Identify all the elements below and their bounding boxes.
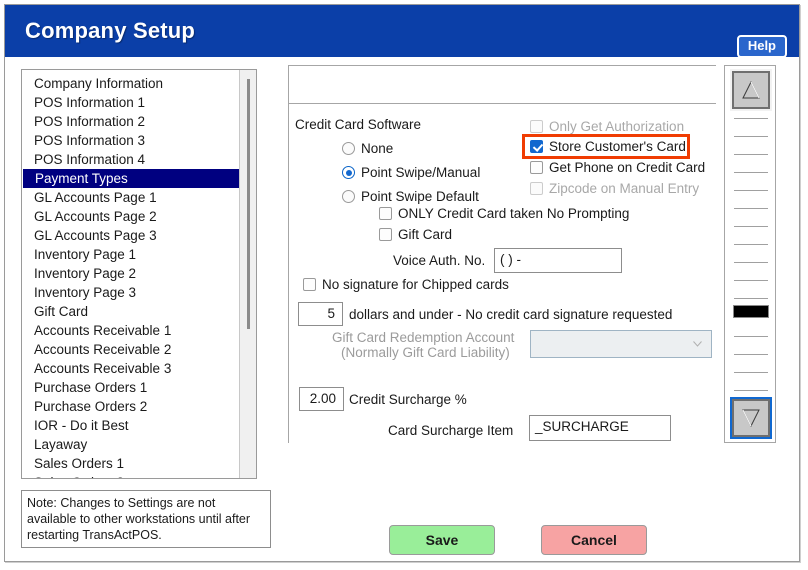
triangle-down-icon [742, 409, 760, 428]
help-button[interactable]: Help [736, 35, 787, 58]
radio-point-swipe-manual[interactable]: Point Swipe/Manual [342, 165, 480, 180]
page-tick-4[interactable] [734, 172, 768, 173]
radio-point-swipe-manual-indicator[interactable] [342, 166, 355, 179]
page-tick-2[interactable] [734, 136, 768, 137]
checkbox-only-credit-card-no-prompting-label: ONLY Credit Card taken No Prompting [398, 206, 630, 221]
sidebar-item-accounts-receivable-2[interactable]: Accounts Receivable 2 [22, 340, 240, 359]
sidebar-item-inventory-page-3[interactable]: Inventory Page 3 [22, 283, 240, 302]
checkbox-get-phone-on-credit-card-label: Get Phone on Credit Card [549, 160, 706, 175]
checkbox-get-phone-on-credit-card-box[interactable] [530, 161, 543, 174]
sidebar-item-pos-information-4[interactable]: POS Information 4 [22, 150, 240, 169]
page-tick-11[interactable] [734, 298, 768, 299]
sidebar-item-accounts-receivable-3[interactable]: Accounts Receivable 3 [22, 359, 240, 378]
card-surcharge-item-input[interactable]: _SURCHARGE [529, 415, 671, 441]
sidebar-item-inventory-page-1[interactable]: Inventory Page 1 [22, 245, 240, 264]
signature-threshold-label: dollars and under - No credit card signa… [349, 307, 673, 322]
checkbox-only-get-authorization-label: Only Get Authorization [549, 119, 685, 134]
page-tick-7[interactable] [734, 226, 768, 227]
sidebar-item-gl-accounts-page-3[interactable]: GL Accounts Page 3 [22, 226, 240, 245]
page-tick-3[interactable] [734, 154, 768, 155]
credit-card-software-label: Credit Card Software [295, 117, 422, 132]
checkbox-zipcode-on-manual-entry-box [530, 182, 543, 195]
checkbox-only-get-authorization-box [530, 120, 543, 133]
gift-card-redemption-account-select [530, 330, 712, 358]
card-surcharge-item-label: Card Surcharge Item [388, 423, 514, 438]
radio-none-indicator[interactable] [342, 142, 355, 155]
content-frame-divider [288, 103, 716, 104]
company-setup-window: Company Setup Help Company Information P… [4, 4, 800, 562]
checkbox-zipcode-on-manual-entry: Zipcode on Manual Entry [530, 181, 699, 196]
checkbox-no-signature-chipped-cards-label: No signature for Chipped cards [322, 277, 509, 292]
settings-list-scrollbar-thumb[interactable] [247, 79, 250, 329]
credit-surcharge-percent-input[interactable]: 2.00 [299, 387, 344, 411]
sidebar-item-purchase-orders-2[interactable]: Purchase Orders 2 [22, 397, 240, 416]
checkbox-gift-card[interactable]: Gift Card [379, 227, 452, 242]
page-tick-9[interactable] [734, 262, 768, 263]
sidebar-item-gl-accounts-page-2[interactable]: GL Accounts Page 2 [22, 207, 240, 226]
page-tick-current[interactable] [733, 305, 769, 318]
checkbox-store-customers-card-label: Store Customer's Card [549, 139, 686, 154]
sidebar-item-company-information[interactable]: Company Information [22, 74, 240, 93]
settings-page-list-items: Company Information POS Information 1 PO… [22, 74, 251, 478]
checkbox-no-signature-chipped-cards-box[interactable] [303, 278, 316, 291]
page-tick-6[interactable] [734, 208, 768, 209]
page-tick-16[interactable] [734, 390, 768, 391]
checkbox-store-customers-card[interactable]: Store Customer's Card [530, 139, 686, 154]
radio-point-swipe-manual-label: Point Swipe/Manual [361, 165, 481, 180]
sidebar-item-layaway[interactable]: Layaway [22, 435, 240, 454]
checkbox-get-phone-on-credit-card[interactable]: Get Phone on Credit Card [530, 160, 705, 175]
voice-auth-input[interactable]: ( ) - [494, 248, 622, 273]
cancel-button[interactable]: Cancel [541, 525, 647, 555]
sidebar-item-ior-do-it-best[interactable]: IOR - Do it Best [22, 416, 240, 435]
triangle-up-icon [742, 80, 760, 99]
page-nav-down-button[interactable] [730, 397, 772, 439]
sidebar-item-gift-card[interactable]: Gift Card [22, 302, 240, 321]
radio-none[interactable]: None [342, 141, 393, 156]
radio-point-swipe-default-indicator[interactable] [342, 190, 355, 203]
page-tick-10[interactable] [734, 280, 768, 281]
signature-threshold-input[interactable]: 5 [298, 302, 343, 326]
checkbox-gift-card-box[interactable] [379, 228, 392, 241]
sidebar-item-payment-types[interactable]: Payment Types [23, 169, 251, 188]
save-button[interactable]: Save [389, 525, 495, 555]
settings-page-list[interactable]: Company Information POS Information 1 PO… [21, 69, 257, 479]
sidebar-item-pos-information-3[interactable]: POS Information 3 [22, 131, 240, 150]
page-nav-up-button[interactable] [730, 69, 772, 111]
chevron-down-icon [693, 341, 702, 347]
sidebar-item-inventory-page-2[interactable]: Inventory Page 2 [22, 264, 240, 283]
sidebar-item-pos-information-1[interactable]: POS Information 1 [22, 93, 240, 112]
page-tick-14[interactable] [734, 354, 768, 355]
checkbox-no-signature-chipped-cards[interactable]: No signature for Chipped cards [303, 277, 509, 292]
settings-list-scrollbar[interactable] [239, 70, 256, 478]
page-tick-5[interactable] [734, 190, 768, 191]
sidebar-item-accounts-receivable-1[interactable]: Accounts Receivable 1 [22, 321, 240, 340]
page-tick-1[interactable] [734, 118, 768, 119]
gift-card-redemption-label-line2: (Normally Gift Card Liability) [341, 345, 510, 360]
settings-note: Note: Changes to Settings are not availa… [21, 490, 271, 548]
page-tick-13[interactable] [734, 336, 768, 337]
checkbox-only-get-authorization: Only Get Authorization [530, 119, 684, 134]
window-title: Company Setup [25, 18, 196, 43]
checkbox-only-credit-card-no-prompting-box[interactable] [379, 207, 392, 220]
sidebar-item-sales-orders-1[interactable]: Sales Orders 1 [22, 454, 240, 473]
radio-point-swipe-default[interactable]: Point Swipe Default [342, 189, 479, 204]
radio-none-label: None [361, 141, 394, 156]
radio-point-swipe-default-label: Point Swipe Default [361, 189, 479, 204]
sidebar-item-sales-orders-2[interactable]: Sales Orders 2 [22, 473, 240, 478]
sidebar-item-pos-information-2[interactable]: POS Information 2 [22, 112, 240, 131]
sidebar-item-gl-accounts-page-1[interactable]: GL Accounts Page 1 [22, 188, 240, 207]
credit-surcharge-percent-label: Credit Surcharge % [349, 392, 467, 407]
page-navigator [724, 65, 776, 443]
page-tick-8[interactable] [734, 244, 768, 245]
page-tick-15[interactable] [734, 372, 768, 373]
checkbox-only-credit-card-no-prompting[interactable]: ONLY Credit Card taken No Prompting [379, 206, 629, 221]
checkbox-gift-card-label: Gift Card [398, 227, 453, 242]
gift-card-redemption-label-line1: Gift Card Redemption Account [332, 330, 515, 345]
sidebar-item-purchase-orders-1[interactable]: Purchase Orders 1 [22, 378, 240, 397]
checkbox-store-customers-card-box[interactable] [530, 140, 543, 153]
voice-auth-label: Voice Auth. No. [393, 253, 486, 268]
title-bar: Company Setup Help [5, 5, 799, 58]
checkbox-zipcode-on-manual-entry-label: Zipcode on Manual Entry [549, 181, 700, 196]
